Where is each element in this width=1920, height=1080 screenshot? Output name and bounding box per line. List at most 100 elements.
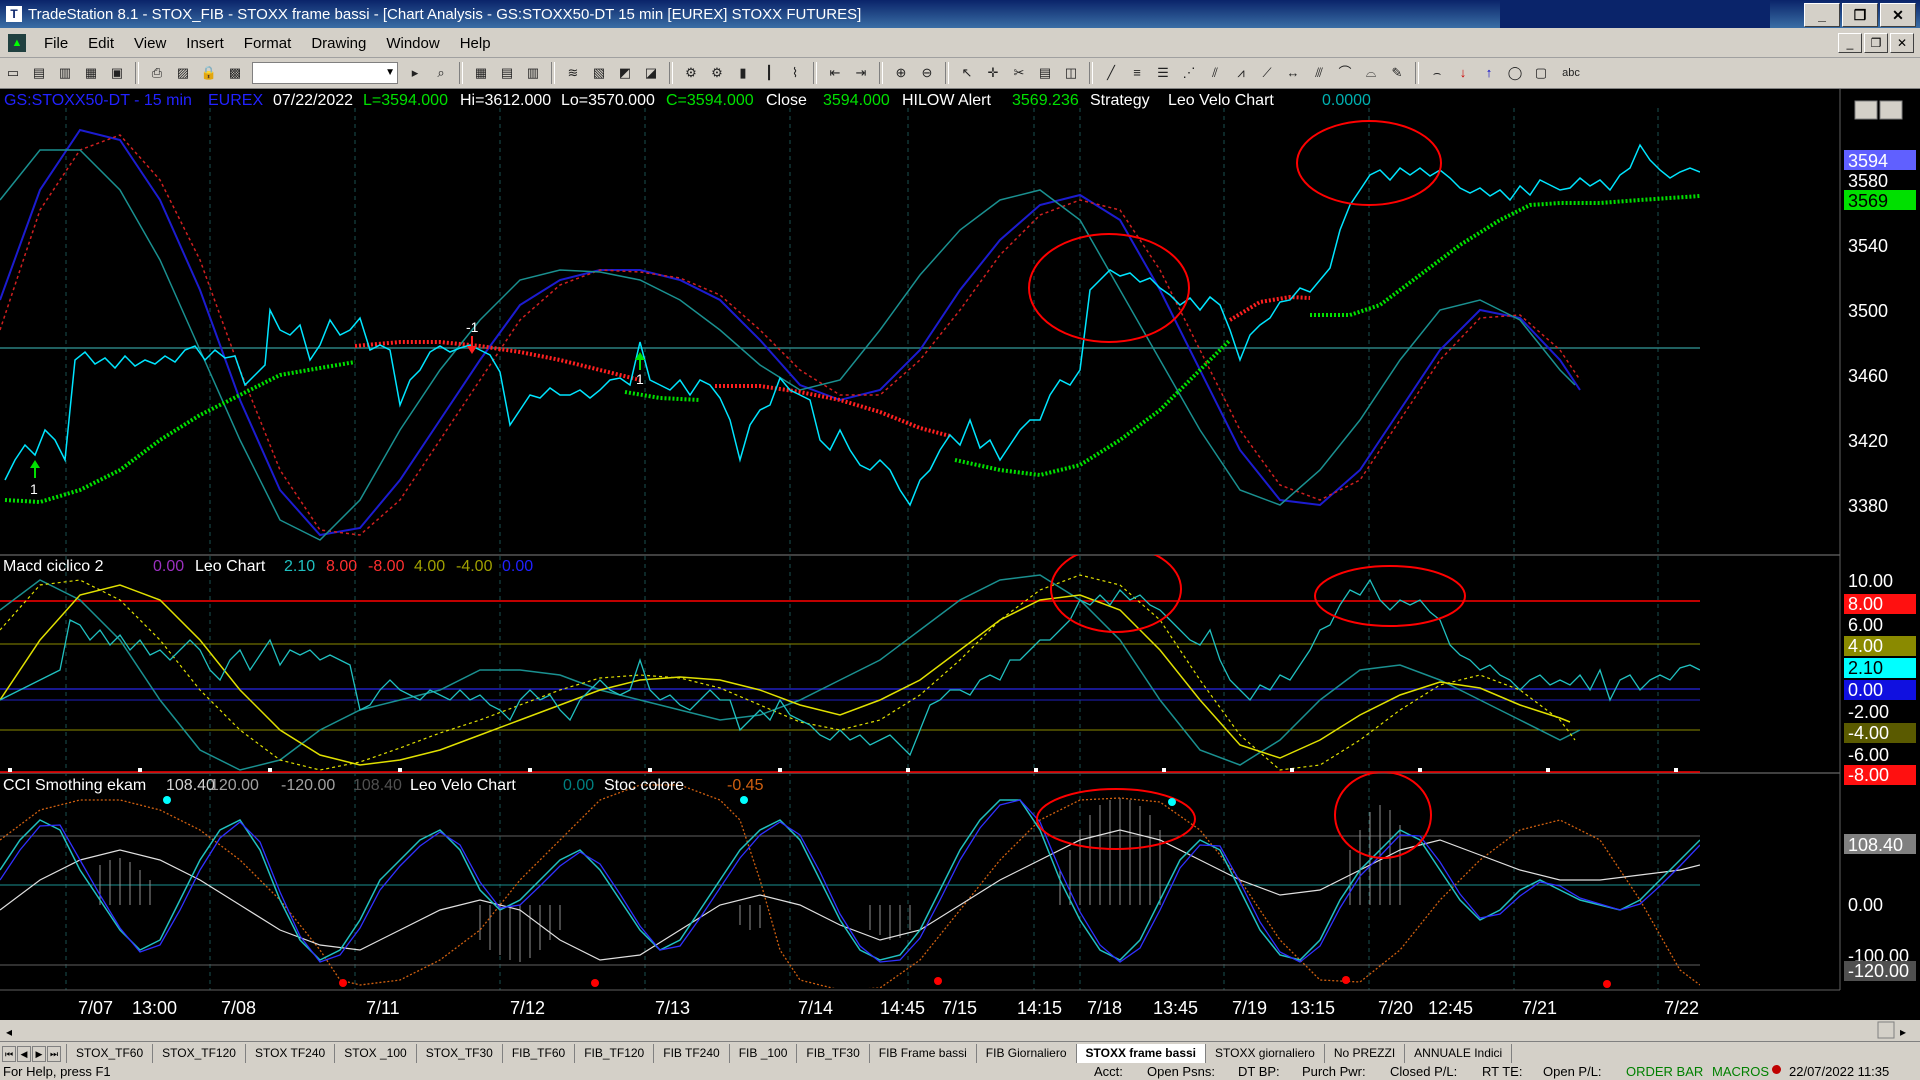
- mdi-close-button[interactable]: ✕: [1890, 33, 1914, 53]
- tab-fib-tf60[interactable]: FIB_TF60: [501, 1044, 576, 1064]
- order-bar-button[interactable]: ORDER BAR: [1626, 1064, 1703, 1079]
- mdi-minimize-button[interactable]: _: [1838, 33, 1862, 53]
- maximize-button[interactable]: ❐: [1842, 3, 1878, 27]
- print-preview-icon[interactable]: ▨: [172, 62, 194, 84]
- tab-fib-tf30[interactable]: FIB_TF30: [796, 1044, 870, 1064]
- lock-icon[interactable]: 🔒: [198, 62, 220, 84]
- rectangle-icon[interactable]: ▢: [1530, 62, 1552, 84]
- scrollbar-thumb[interactable]: [1877, 1021, 1895, 1039]
- chart-analysis-icon[interactable]: ▦: [470, 62, 492, 84]
- lookup-icon[interactable]: ⌕: [430, 62, 452, 84]
- new-icon[interactable]: ▭: [2, 62, 24, 84]
- open-workspace-icon[interactable]: ▥: [54, 62, 76, 84]
- crosshair-icon[interactable]: ✛: [982, 62, 1004, 84]
- tab-stox-tf60[interactable]: STOX_TF60: [66, 1044, 154, 1064]
- play-icon[interactable]: ▸: [404, 62, 426, 84]
- zoom-out-icon[interactable]: ⊖: [916, 62, 938, 84]
- tab-next-icon[interactable]: ▶: [32, 1046, 46, 1062]
- scanner-icon[interactable]: ≋: [562, 62, 584, 84]
- status-bar: For Help, press F1 Acct: Open Psns: DT B…: [0, 1063, 1920, 1080]
- up-arrow-icon[interactable]: ↑: [1478, 62, 1500, 84]
- menu-format[interactable]: Format: [234, 35, 302, 52]
- horizontal-line-icon[interactable]: ≡: [1126, 62, 1148, 84]
- mdi-restore-button[interactable]: ❐: [1864, 33, 1888, 53]
- candle-icon[interactable]: ┃: [758, 62, 780, 84]
- tab-fib-frame-bassi[interactable]: FIB Frame bassi: [868, 1044, 977, 1064]
- close-workspace-icon[interactable]: ▦: [80, 62, 102, 84]
- tab-stox-tf30[interactable]: STOX_TF30: [415, 1044, 503, 1064]
- ray-icon[interactable]: ↔: [1282, 62, 1304, 84]
- parallel-lines-icon[interactable]: ⫻: [1308, 62, 1330, 84]
- matrix-icon[interactable]: ▥: [522, 62, 544, 84]
- arc-icon[interactable]: ⌒: [1334, 62, 1356, 84]
- minimize-button[interactable]: _: [1804, 3, 1840, 27]
- strategy-icon[interactable]: ⚙: [706, 62, 728, 84]
- scroll-left-icon[interactable]: ◂: [6, 1025, 12, 1039]
- tools-icon[interactable]: ✂: [1008, 62, 1030, 84]
- tab-fib-giornaliero[interactable]: FIB Giornaliero: [975, 1044, 1077, 1064]
- horizontal-scrollbar[interactable]: [0, 1020, 1920, 1041]
- news-icon[interactable]: ▧: [588, 62, 610, 84]
- menu-window[interactable]: Window: [376, 35, 449, 52]
- close-button[interactable]: ✕: [1880, 3, 1916, 27]
- shift-right-icon[interactable]: ⇥: [850, 62, 872, 84]
- shift-left-icon[interactable]: ⇤: [824, 62, 846, 84]
- menu-drawing[interactable]: Drawing: [301, 35, 376, 52]
- tab-stox-100[interactable]: STOX _100: [334, 1044, 417, 1064]
- bar-chart-icon[interactable]: ▮: [732, 62, 754, 84]
- chart-analysis-window[interactable]: 1 -1 1 GS:STOXX50-DT - 15 min EUREX 07/2…: [0, 89, 1920, 1041]
- pointer-icon[interactable]: ↖: [956, 62, 978, 84]
- tab-fib-100[interactable]: FIB _100: [728, 1044, 798, 1064]
- ellipse-icon[interactable]: ◯: [1504, 62, 1526, 84]
- save-icon[interactable]: ▣: [106, 62, 128, 84]
- tab-no-prezzi[interactable]: No PREZZI: [1323, 1044, 1406, 1064]
- menu-insert[interactable]: Insert: [176, 35, 234, 52]
- tab-stoxx-frame-bassi[interactable]: STOXX frame bassi: [1075, 1044, 1206, 1064]
- insert-object-icon[interactable]: ▤: [1034, 62, 1056, 84]
- menu-view[interactable]: View: [124, 35, 176, 52]
- marker-label: 1: [636, 371, 644, 387]
- properties-icon[interactable]: ▩: [224, 62, 246, 84]
- menu-help[interactable]: Help: [450, 35, 501, 52]
- open-icon[interactable]: ▤: [28, 62, 50, 84]
- radar-icon[interactable]: ▤: [496, 62, 518, 84]
- eraser-icon[interactable]: ◫: [1060, 62, 1082, 84]
- print-icon[interactable]: ⎙: [146, 62, 168, 84]
- regression-icon[interactable]: ⟋: [1256, 62, 1278, 84]
- tab-fib-tf240[interactable]: FIB TF240: [653, 1044, 730, 1064]
- trendline-icon[interactable]: ╱: [1100, 62, 1122, 84]
- gann-fan-icon[interactable]: ⫽: [1204, 62, 1226, 84]
- symbol-select[interactable]: ▼: [252, 62, 398, 84]
- portfolio-icon[interactable]: ◪: [640, 62, 662, 84]
- menu-edit[interactable]: Edit: [78, 35, 124, 52]
- tab-last-icon[interactable]: ⏭: [47, 1046, 61, 1062]
- andrews-icon[interactable]: ⩘: [1230, 62, 1252, 84]
- tab-stox-tf240[interactable]: STOX TF240: [244, 1044, 336, 1064]
- status-help: For Help, press F1: [3, 1064, 111, 1079]
- chart-icon[interactable]: ▲: [8, 34, 26, 52]
- scroll-right-icon[interactable]: ▸: [1900, 1025, 1906, 1039]
- pencil-icon[interactable]: ✎: [1386, 62, 1408, 84]
- speed-lines-icon[interactable]: ⌓: [1360, 62, 1382, 84]
- line-chart-icon[interactable]: ⌇: [784, 62, 806, 84]
- text-tool-icon[interactable]: abc: [1556, 62, 1586, 84]
- fib-fan-icon[interactable]: ⋰: [1178, 62, 1200, 84]
- tab-first-icon[interactable]: ⏮: [2, 1046, 16, 1062]
- indicator-icon[interactable]: ⚙: [680, 62, 702, 84]
- chart-svg[interactable]: 1 -1 1 GS:STOXX50-DT - 15 min EUREX 07/2…: [0, 89, 1920, 1041]
- macros-button[interactable]: MACROS: [1712, 1064, 1769, 1079]
- tab-prev-icon[interactable]: ◀: [17, 1046, 31, 1062]
- tab-annuale-indici[interactable]: ANNUALE Indici: [1404, 1044, 1513, 1064]
- tab-stox-tf120[interactable]: STOX_TF120: [152, 1044, 246, 1064]
- cci-tick: -120.00: [1848, 961, 1909, 981]
- chart-restore-button[interactable]: [1879, 100, 1903, 120]
- zoom-in-icon[interactable]: ⊕: [890, 62, 912, 84]
- tab-fib-tf120[interactable]: FIB_TF120: [574, 1044, 655, 1064]
- tab-stoxx-giornaliero[interactable]: STOXX giornaliero: [1205, 1044, 1325, 1064]
- channel-icon[interactable]: ☰: [1152, 62, 1174, 84]
- chart-minimize-button[interactable]: [1854, 100, 1878, 120]
- options-icon[interactable]: ◩: [614, 62, 636, 84]
- menu-file[interactable]: File: [34, 35, 78, 52]
- curve-icon[interactable]: ⌢: [1426, 62, 1448, 84]
- down-arrow-icon[interactable]: ↓: [1452, 62, 1474, 84]
